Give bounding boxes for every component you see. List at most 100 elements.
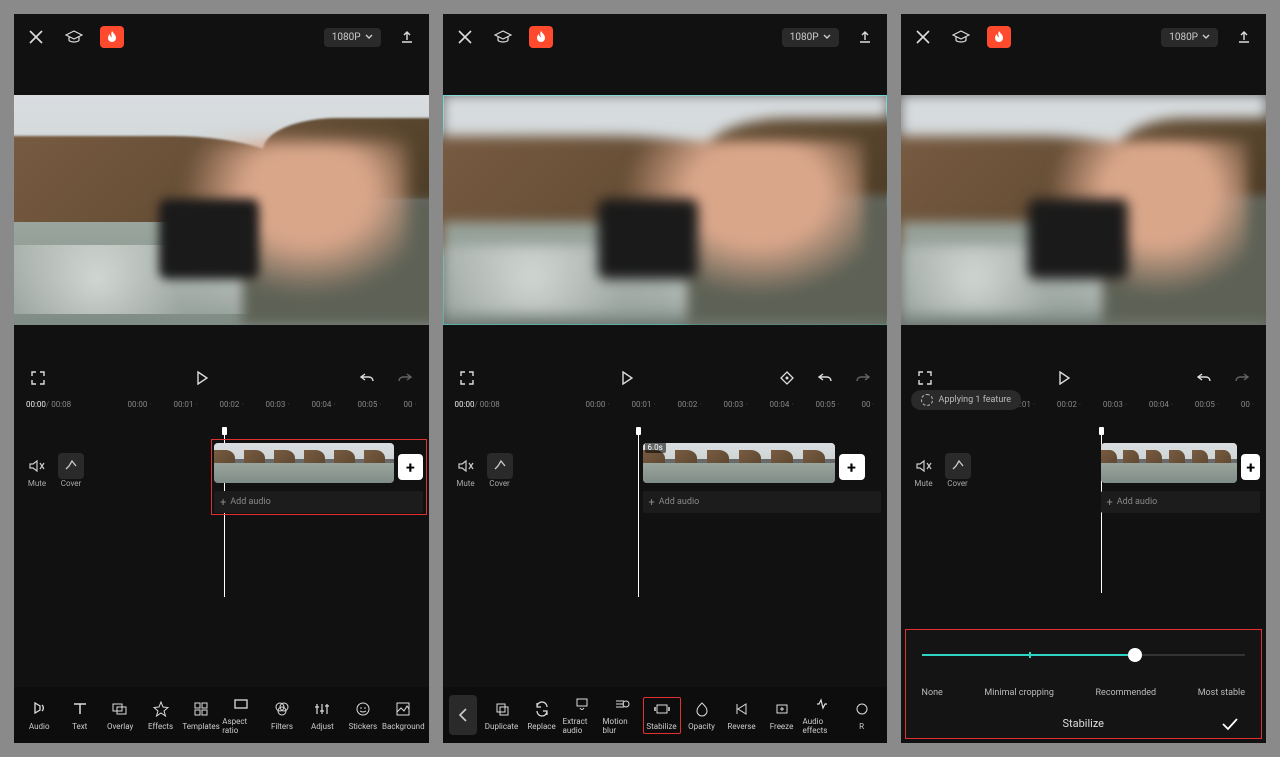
timeline[interactable]: Mute Cover 6.0s + +Add audio — [443, 413, 887, 687]
tool-adjust[interactable]: Adjust — [303, 698, 341, 733]
tool-r[interactable]: R — [843, 698, 881, 733]
stabilize-label-most: Most stable — [1198, 688, 1245, 698]
replace-icon — [533, 700, 551, 718]
ruler-tick: 00:03 — [723, 400, 747, 409]
tool-label: Duplicate — [485, 722, 518, 731]
video-preview[interactable] — [14, 60, 429, 360]
cover-button[interactable] — [58, 453, 84, 479]
play-icon[interactable] — [615, 366, 639, 390]
close-icon[interactable] — [911, 25, 935, 49]
audio-icon — [30, 700, 48, 718]
playhead[interactable] — [638, 431, 639, 597]
tool-stabilize[interactable]: Stabilize — [643, 697, 681, 734]
undo-icon[interactable] — [813, 366, 837, 390]
fullscreen-icon[interactable] — [913, 366, 937, 390]
keyframe-icon[interactable] — [775, 366, 799, 390]
resolution-dropdown[interactable]: 1080P — [782, 28, 839, 47]
tool-filters[interactable]: Filters — [263, 698, 301, 733]
ruler-tick: 00:03 — [265, 400, 289, 409]
tool-duplicate[interactable]: Duplicate — [483, 698, 521, 733]
resolution-dropdown[interactable]: 1080P — [1161, 28, 1218, 47]
topbar: 1080P — [901, 14, 1266, 60]
export-icon[interactable] — [853, 25, 877, 49]
tool-label: Audio — [29, 722, 50, 731]
video-preview[interactable]: Applying 1 feature — [901, 60, 1266, 360]
time-ruler: 00:00 / 00:08 00:0000:0100:0200:0300:040… — [443, 396, 887, 413]
tool-audioeffects[interactable]: Audio effects — [803, 693, 841, 737]
redo-icon[interactable] — [393, 366, 417, 390]
tool-opacity[interactable]: Opacity — [683, 698, 721, 733]
video-clip-selected[interactable]: 6.0s — [643, 443, 835, 483]
motionblur-icon — [613, 695, 631, 713]
tool-aspect[interactable]: Aspect ratio — [222, 693, 260, 737]
add-audio-button[interactable]: +Add audio — [1101, 491, 1260, 513]
timeline[interactable]: Mute Cover + + Add audi — [14, 413, 429, 687]
flame-icon[interactable] — [529, 26, 553, 48]
tool-freeze[interactable]: Freeze — [763, 698, 801, 733]
ruler-tick: 00:05 — [815, 400, 839, 409]
resolution-dropdown[interactable]: 1080P — [324, 28, 381, 47]
tool-overlay[interactable]: Overlay — [101, 698, 139, 733]
tool-background[interactable]: Background — [384, 698, 422, 733]
undo-icon[interactable] — [355, 366, 379, 390]
export-icon[interactable] — [395, 25, 419, 49]
graduation-cap-icon[interactable] — [949, 25, 973, 49]
add-audio-button[interactable]: +Add audio — [643, 491, 881, 513]
add-clip-button[interactable]: + — [839, 454, 865, 480]
add-clip-button[interactable]: + — [398, 454, 422, 480]
flame-icon[interactable] — [987, 26, 1011, 48]
time-duration: 00:08 — [480, 400, 500, 409]
cover-label: Cover — [945, 479, 971, 488]
video-clip[interactable] — [214, 443, 394, 483]
add-audio-button[interactable]: + Add audio — [214, 491, 423, 513]
tool-reverse[interactable]: Reverse — [723, 698, 761, 733]
tool-text[interactable]: Text — [60, 698, 98, 733]
tool-templates[interactable]: Templates — [182, 698, 220, 733]
flame-icon[interactable] — [100, 26, 124, 48]
extract-icon — [573, 695, 591, 713]
redo-icon[interactable] — [1230, 366, 1254, 390]
video-track[interactable]: + — [214, 443, 423, 491]
video-track[interactable]: 6.0s + — [643, 443, 881, 491]
undo-icon[interactable] — [1192, 366, 1216, 390]
close-icon[interactable] — [24, 25, 48, 49]
stabilize-slider[interactable] — [922, 644, 1245, 668]
tool-label: Background — [382, 722, 425, 731]
mute-icon[interactable] — [911, 453, 937, 479]
cover-button[interactable] — [487, 453, 513, 479]
adjust-icon — [313, 700, 331, 718]
add-clip-button[interactable]: + — [1241, 454, 1260, 480]
r-icon — [853, 700, 871, 718]
play-icon[interactable] — [190, 366, 214, 390]
tool-audio[interactable]: Audio — [20, 698, 58, 733]
graduation-cap-icon[interactable] — [491, 25, 515, 49]
tool-extract[interactable]: Extract audio — [563, 693, 601, 737]
applying-status: Applying 1 feature — [911, 390, 1022, 410]
mute-icon[interactable] — [453, 453, 479, 479]
fullscreen-icon[interactable] — [26, 366, 50, 390]
topbar: 1080P — [443, 14, 887, 60]
tool-replace[interactable]: Replace — [523, 698, 561, 733]
confirm-check-icon[interactable] — [1215, 713, 1245, 735]
tool-stickers[interactable]: Stickers — [344, 698, 382, 733]
video-clip[interactable] — [1101, 443, 1238, 483]
play-icon[interactable] — [1052, 366, 1076, 390]
overlay-icon — [111, 700, 129, 718]
graduation-cap-icon[interactable] — [62, 25, 86, 49]
video-preview[interactable] — [443, 60, 887, 360]
cover-button[interactable] — [945, 453, 971, 479]
panel-step-2: 1080P 00:00 / 00:08 00:0000:0100:0200:03… — [443, 14, 887, 743]
tool-effects[interactable]: Effects — [141, 698, 179, 733]
export-icon[interactable] — [1232, 25, 1256, 49]
mute-icon[interactable] — [24, 453, 50, 479]
video-track[interactable]: + — [1101, 443, 1260, 491]
close-icon[interactable] — [453, 25, 477, 49]
stabilize-label-minimal: Minimal cropping — [984, 688, 1054, 698]
add-audio-label: Add audio — [1117, 497, 1158, 507]
fullscreen-icon[interactable] — [455, 366, 479, 390]
redo-icon[interactable] — [851, 366, 875, 390]
tool-label: Opacity — [688, 722, 715, 731]
tool-motionblur[interactable]: Motion blur — [603, 693, 641, 737]
stabilize-slider-labels: None Minimal cropping Recommended Most s… — [922, 688, 1245, 698]
toolbar-back-icon[interactable] — [449, 695, 477, 735]
